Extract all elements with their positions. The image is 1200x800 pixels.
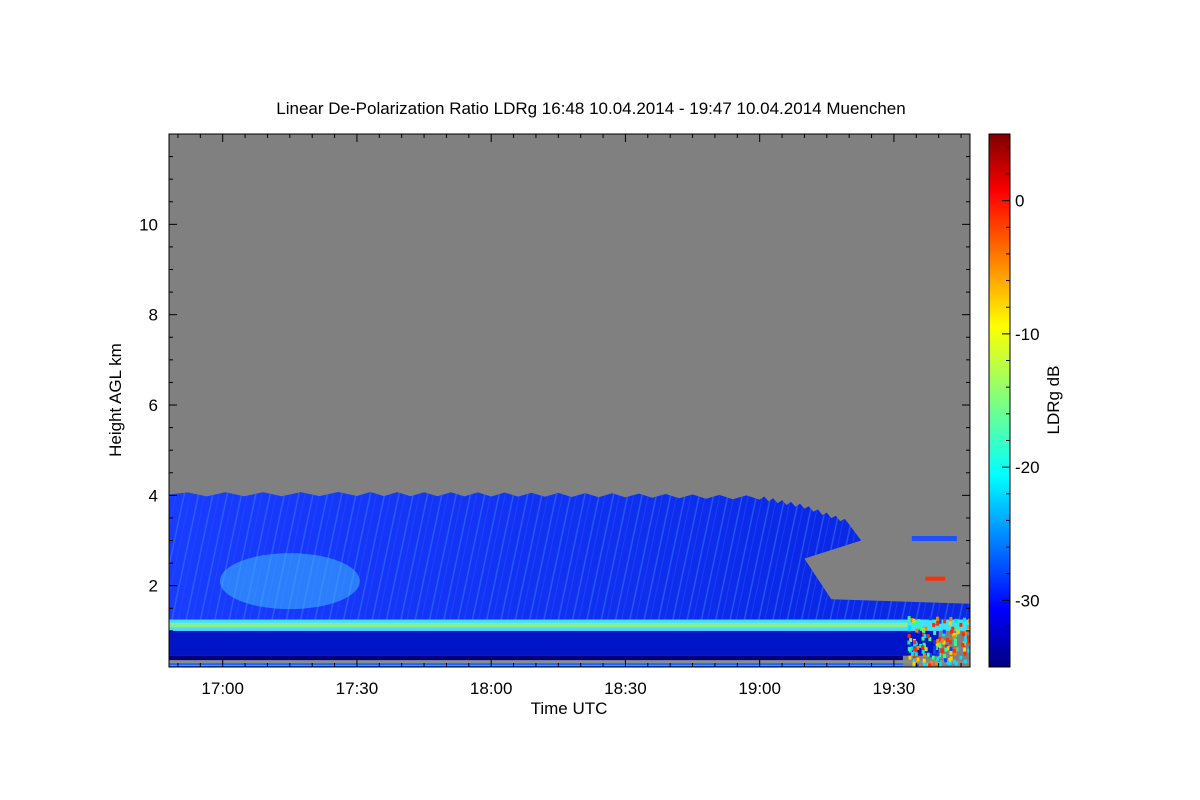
speckle [959,622,963,627]
speckle [949,650,953,655]
low-ldr-band [169,630,939,656]
depolarization-patch [219,553,360,610]
y-tick-label: 4 [149,486,158,505]
colorbar-tick-label: -10 [1015,325,1040,344]
plot-area [168,133,971,668]
speckle [932,622,936,627]
speckle [917,619,921,624]
speckle [907,640,911,645]
speckle [936,652,940,657]
speckle [912,661,916,666]
y-axis-label: Height AGL km [106,343,125,457]
speckle [949,656,953,661]
speckle [942,629,946,634]
speckle [924,647,928,652]
speckle [907,646,911,651]
speckle [940,649,944,654]
speckle [911,536,957,542]
speckle [963,647,967,652]
speckle [933,640,937,645]
near-surface-strip [169,655,903,661]
speckle [963,651,967,656]
speckle [954,625,958,630]
speckle [907,616,911,621]
colorbar-scale [988,133,1011,668]
speckle [907,633,911,638]
y-tick-label: 6 [149,396,158,415]
speckle [964,638,968,643]
chart: Linear De-Polarization Ratio LDRg 16:48 … [106,99,1063,718]
speckle [954,661,958,666]
x-tick-label: 18:00 [470,679,513,698]
x-axis-label: Time UTC [531,699,608,718]
speckle [938,642,942,647]
speckle [954,618,958,623]
speckle [961,642,965,647]
speckle [916,657,920,662]
x-tick-label: 18:30 [604,679,647,698]
speckle [922,628,926,633]
speckle [953,642,957,647]
speckle [949,646,953,651]
near-surface-gap [169,660,970,664]
speckle [931,655,935,660]
speckle [949,617,953,622]
speckle [961,632,965,637]
speckle [925,576,946,581]
y-tick-label: 2 [149,577,158,596]
speckle [914,652,918,657]
speckle [922,658,926,663]
speckle [910,651,914,656]
speckle [915,628,919,633]
speckle [936,656,940,661]
speckle [936,616,940,621]
speckle [944,647,948,652]
x-tick-label: 17:30 [336,679,379,698]
speckle [933,649,937,654]
high-ldr-layer-core [169,622,908,628]
speckle [945,637,949,642]
speckle [951,626,955,631]
speckle [908,655,912,660]
speckle [944,658,948,663]
speckle [936,639,940,644]
x-tick-label: 19:30 [873,679,916,698]
speckle [962,617,966,622]
speckle [933,630,937,635]
speckle [921,636,925,641]
colorbar-tick-label: -20 [1015,458,1040,477]
speckle [959,655,963,660]
speckle [913,640,917,645]
speckle [921,645,925,650]
speckle [956,630,960,635]
speckle [933,645,937,650]
speckle [943,619,947,624]
speckle [936,621,940,626]
speckle [966,635,970,640]
speckle [934,660,938,665]
y-tick-label: 8 [149,306,158,325]
speckle [948,621,952,626]
speckle [948,640,952,645]
colorbar-tick-label: 0 [1015,192,1024,211]
speckle [926,634,930,639]
chart-title: Linear De-Polarization Ratio LDRg 16:48 … [276,99,905,118]
speckle [918,625,922,630]
speckle [929,616,933,621]
speckle [953,638,957,643]
speckle [940,638,944,643]
speckle [943,654,947,659]
speckle [908,625,912,630]
colorbar: 0 -10 -20 -30 LDRg dB [988,133,1063,668]
x-tick-label: 17:00 [201,679,244,698]
speckle [914,648,918,653]
colorbar-tick-label: -30 [1015,591,1040,610]
speckle [926,652,930,657]
x-tick-label: 19:00 [738,679,781,698]
speckle [963,659,967,664]
speckle [922,652,926,657]
y-tick-label: 10 [139,215,158,234]
speckle [952,648,956,653]
colorbar-label: LDRg dB [1044,366,1063,435]
